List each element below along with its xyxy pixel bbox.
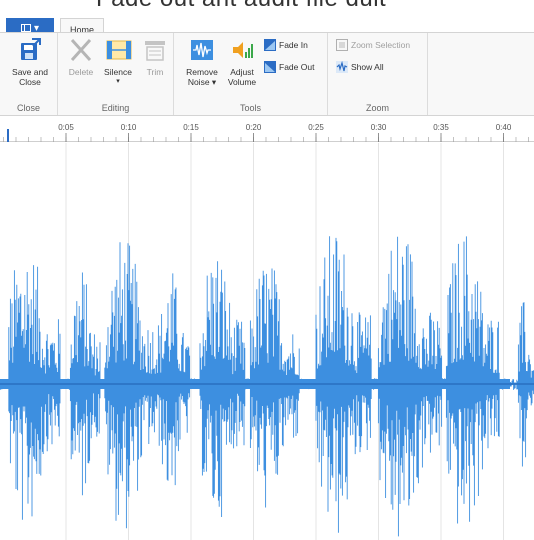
remove-noise-label-1: Remove [186, 67, 218, 77]
fade-out-button[interactable]: Fade Out [264, 61, 314, 73]
zoom-selection-label: Zoom Selection [351, 40, 411, 50]
trim-icon [143, 37, 167, 63]
time-ruler[interactable]: 0:05 0:10 0:15 0:20 0:25 0:30 0:35 0:40 [0, 117, 534, 142]
fade-out-label: Fade Out [279, 62, 315, 72]
ruler-tick-label: 0:40 [495, 123, 512, 132]
ruler-tick-label: 0:35 [433, 123, 449, 132]
save-and-close-label-2: Close [19, 77, 41, 87]
show-all-label: Show All [351, 62, 384, 72]
ruler-ticks [3, 129, 529, 142]
delete-button[interactable]: Delete [64, 37, 98, 77]
ruler-tick-label: 0:10 [120, 123, 137, 132]
delete-icon [69, 37, 93, 63]
group-close-label: Close [16, 103, 40, 113]
ribbon: Save and Close Close Delete Silence ▾ Tr… [0, 32, 534, 116]
fade-in-icon [264, 39, 276, 51]
ruler-tick-label: 0:20 [245, 123, 262, 132]
group-tools-label: Tools [239, 103, 261, 113]
silence-dropdown-arrow: ▾ [116, 78, 120, 85]
zoom-selection-icon [336, 39, 348, 51]
silence-label: Silence [104, 67, 132, 77]
group-tools: Remove Noise ▾ Adjust Volume Fade In Fad… [174, 33, 328, 115]
trim-label: Trim [146, 67, 164, 77]
ruler-tick-label: 0:15 [183, 123, 199, 132]
save-and-close-button[interactable]: Save and Close [6, 37, 54, 87]
ribbon-tab-bar: ▾ Home [0, 8, 534, 41]
silence-button[interactable]: Silence ▾ [100, 37, 136, 87]
adjust-volume-label-1: Adjust [230, 67, 254, 77]
save-and-close-label-1: Save and [12, 67, 48, 77]
app-menu-icon [20, 24, 31, 32]
fade-in-label: Fade In [279, 40, 308, 50]
ruler-tick-label: 0:25 [308, 123, 324, 132]
waveform-area[interactable] [0, 143, 534, 540]
remove-noise-icon [190, 37, 214, 63]
fade-out-icon [264, 61, 276, 73]
group-close: Save and Close Close [0, 33, 58, 115]
show-all-icon [336, 60, 348, 73]
trim-button[interactable]: Trim [140, 37, 170, 77]
group-zoom-label: Zoom [365, 103, 389, 113]
ruler-tick-label: 0:30 [370, 123, 387, 132]
silence-icon [106, 37, 132, 63]
adjust-volume-label-2: Volume [227, 77, 257, 87]
zoom-selection-button[interactable]: Zoom Selection [336, 39, 410, 51]
delete-label: Delete [68, 67, 94, 77]
group-editing-label: Editing [101, 103, 130, 113]
fade-in-button[interactable]: Fade In [264, 39, 308, 51]
save-icon [18, 37, 42, 63]
group-zoom: Zoom Selection Show All Zoom [328, 33, 428, 115]
adjust-volume-button[interactable]: Adjust Volume [224, 37, 260, 87]
remove-noise-label-2: Noise ▾ [187, 77, 217, 87]
waveform [0, 143, 534, 540]
adjust-volume-icon [230, 37, 254, 63]
ruler-tick-label: 0:05 [58, 123, 74, 132]
show-all-button[interactable]: Show All [336, 60, 384, 73]
group-editing: Delete Silence ▾ Trim Editing [58, 33, 174, 115]
remove-noise-button[interactable]: Remove Noise ▾ [182, 37, 222, 87]
